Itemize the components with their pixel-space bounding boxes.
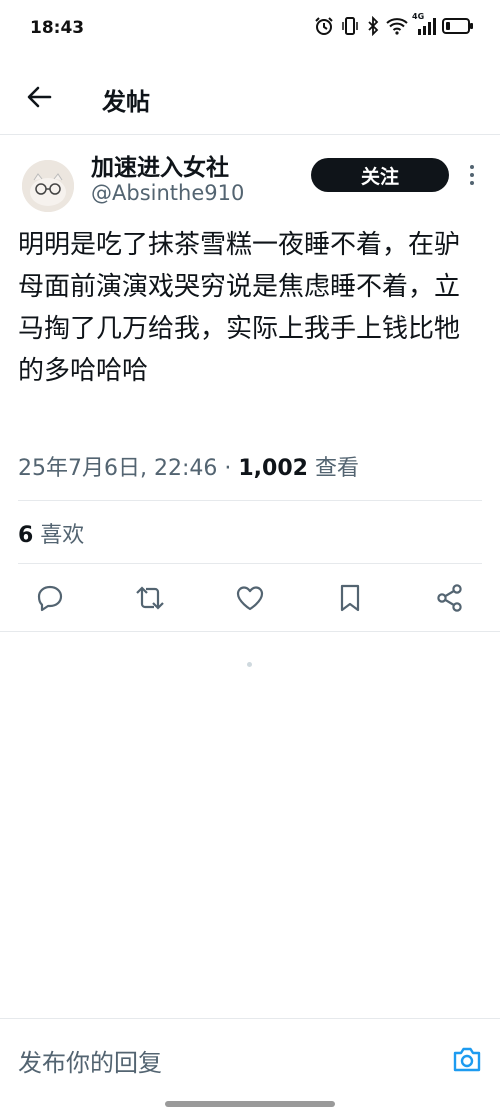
likes-divider bbox=[18, 563, 482, 564]
action-bar bbox=[0, 578, 500, 620]
reply-icon[interactable] bbox=[34, 582, 66, 614]
home-indicator[interactable] bbox=[165, 1101, 335, 1107]
alarm-icon bbox=[315, 17, 333, 35]
share-icon[interactable] bbox=[434, 582, 466, 614]
meta-divider bbox=[18, 500, 482, 501]
status-icons: 4G bbox=[314, 12, 474, 36]
follow-button[interactable]: 关注 bbox=[311, 158, 449, 192]
likes-summary[interactable]: 6 喜欢 bbox=[18, 517, 84, 549]
wifi-icon bbox=[386, 18, 408, 35]
back-arrow-icon[interactable] bbox=[24, 82, 54, 112]
post-timestamp[interactable]: 25年7月6日, 22:46 bbox=[18, 456, 217, 481]
bookmark-icon[interactable] bbox=[334, 582, 366, 614]
views-count: 1,002 bbox=[238, 456, 308, 481]
loading-dot bbox=[247, 662, 252, 667]
meta-separator: · bbox=[217, 456, 239, 481]
camera-icon[interactable] bbox=[452, 1045, 482, 1073]
top-bar: 发帖 bbox=[0, 70, 500, 126]
views-label: 查看 bbox=[307, 456, 359, 481]
page-title: 发帖 bbox=[102, 88, 150, 116]
vibrate-icon bbox=[342, 17, 358, 35]
more-options-icon[interactable] bbox=[466, 163, 478, 187]
reply-input[interactable]: 发布你的回复 bbox=[18, 1043, 162, 1078]
bluetooth-icon bbox=[368, 16, 379, 36]
status-time: 18:43 bbox=[30, 18, 85, 38]
likes-label: 喜欢 bbox=[33, 523, 85, 548]
author-handle[interactable]: @Absinthe910 bbox=[91, 181, 244, 205]
post-meta: 25年7月6日, 22:46 · 1,002 查看 bbox=[18, 450, 359, 482]
header-divider bbox=[0, 134, 500, 135]
author-name[interactable]: 加速进入女社 bbox=[91, 148, 229, 182]
status-bar: 18:43 4G bbox=[0, 0, 500, 60]
avatar[interactable] bbox=[22, 160, 74, 212]
like-icon[interactable] bbox=[234, 582, 266, 614]
battery-icon bbox=[442, 18, 473, 34]
likes-count: 6 bbox=[18, 523, 34, 548]
post-text: 明明是吃了抹茶雪糕一夜睡不着，在驴母面前演演戏哭穷说是焦虑睡不着，立马掏了几万给… bbox=[18, 230, 461, 386]
actions-divider bbox=[0, 631, 500, 632]
reply-bar: 发布你的回复 bbox=[0, 1019, 500, 1099]
retweet-icon[interactable] bbox=[134, 582, 166, 614]
cell-signal-icon: 4G bbox=[412, 12, 436, 36]
